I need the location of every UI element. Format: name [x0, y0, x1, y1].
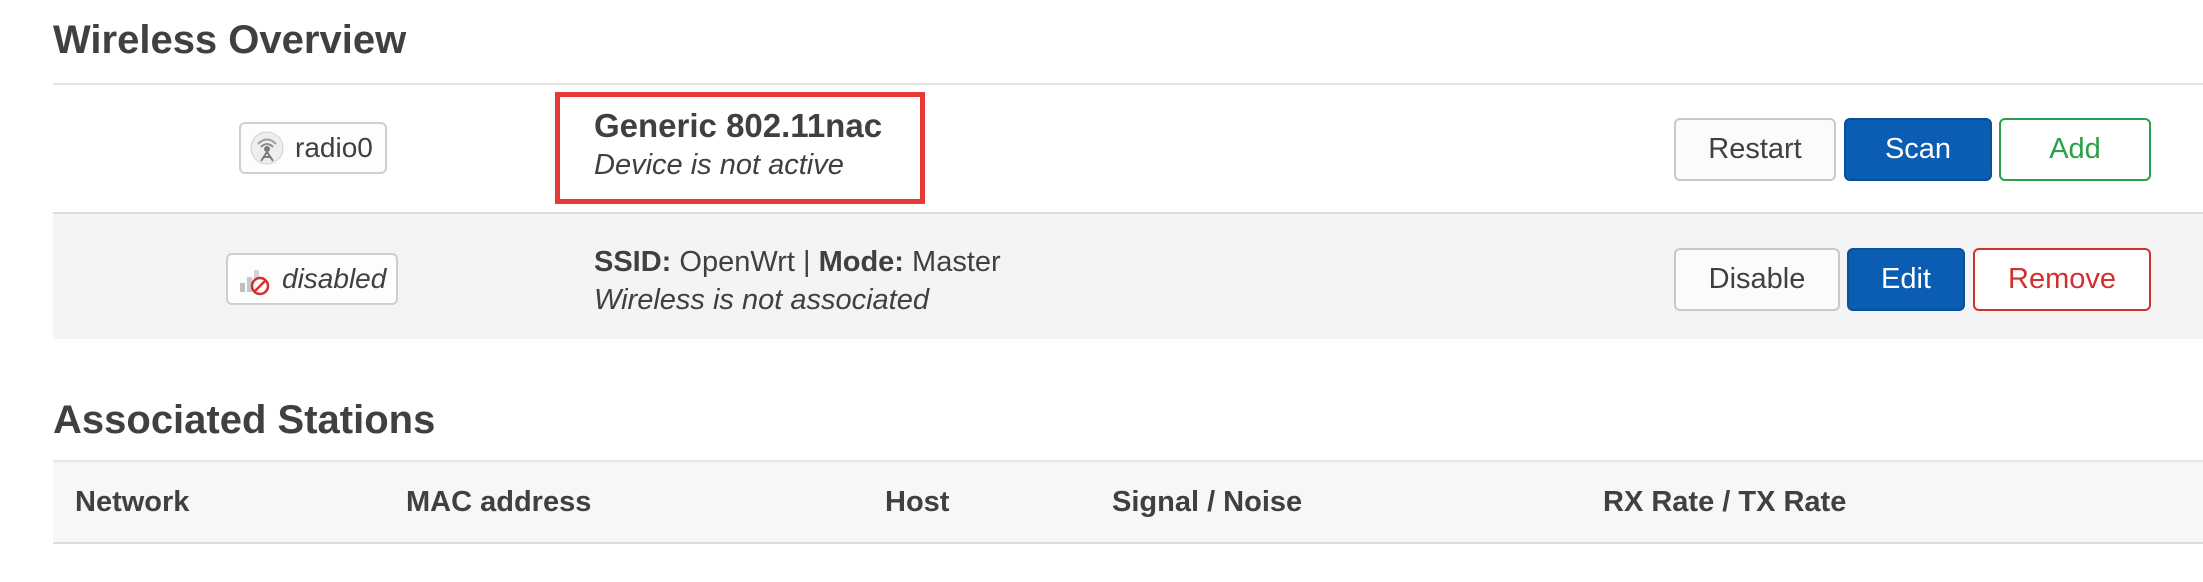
separator: |	[802, 246, 811, 278]
mode-label: Mode:	[818, 246, 904, 278]
disable-button[interactable]: Disable	[1674, 248, 1840, 311]
radio-badge: radio0	[239, 122, 387, 174]
associated-stations-title: Associated Stations	[53, 398, 436, 442]
wireless-overview-title: Wireless Overview	[53, 18, 407, 62]
restart-button[interactable]: Restart	[1674, 118, 1836, 181]
wifi-disabled-icon	[236, 261, 272, 297]
column-header-network: Network	[75, 486, 190, 518]
interface-info: SSID: OpenWrt | Mode: Master Wireless is…	[594, 243, 1001, 319]
device-status: Device is not active	[594, 149, 844, 181]
column-header-rx-tx-rate: RX Rate / TX Rate	[1603, 486, 1847, 518]
ssid-label: SSID:	[594, 246, 672, 278]
interface-row: disabled SSID: OpenWrt | Mode: Master Wi…	[53, 214, 2203, 339]
device-name: Generic 802.11nac	[594, 107, 883, 144]
remove-button[interactable]: Remove	[1973, 248, 2151, 311]
device-info: Generic 802.11nac Device is not active	[594, 106, 882, 184]
disabled-badge-label: disabled	[282, 263, 387, 294]
page: Wireless Overview radio0 Generic 802.11n	[0, 0, 2203, 582]
column-header-host: Host	[885, 486, 950, 518]
scan-button[interactable]: Scan	[1844, 118, 1992, 181]
radio-badge-label: radio0	[295, 132, 373, 163]
edit-button[interactable]: Edit	[1847, 248, 1965, 311]
add-button[interactable]: Add	[1999, 118, 2151, 181]
mode-value: Master	[912, 246, 1001, 278]
ssid-mode-line: SSID: OpenWrt | Mode: Master	[594, 243, 1001, 281]
ssid-value: OpenWrt	[679, 246, 795, 278]
disabled-badge: disabled	[226, 253, 398, 305]
associated-stations-table: Network MAC address Host Signal / Noise …	[53, 460, 2203, 544]
wireless-overview-table: radio0 Generic 802.11nac Device is not a…	[53, 83, 2203, 339]
wifi-radio-icon	[249, 130, 285, 166]
interface-status: Wireless is not associated	[594, 284, 929, 316]
column-header-mac-address: MAC address	[406, 486, 592, 518]
radio-device-row: radio0 Generic 802.11nac Device is not a…	[53, 85, 2203, 214]
column-header-signal-noise: Signal / Noise	[1112, 486, 1303, 518]
